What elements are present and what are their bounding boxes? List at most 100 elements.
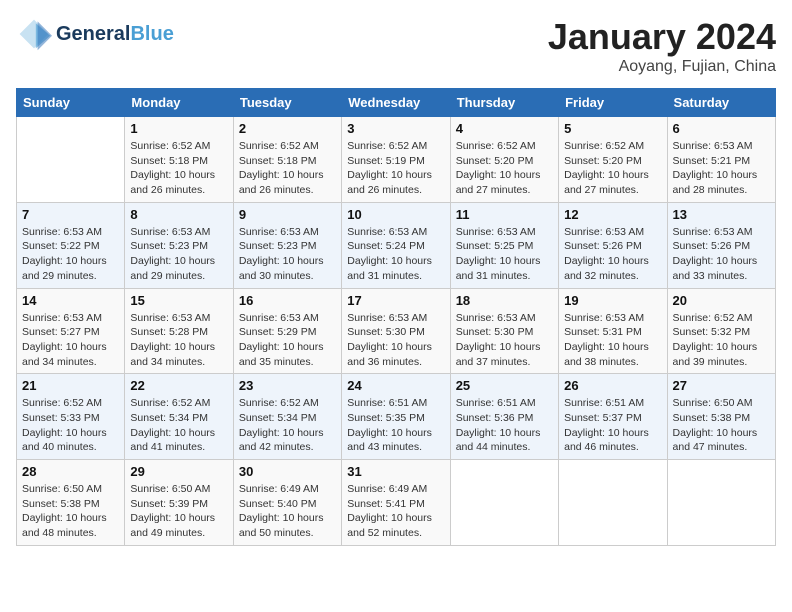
title-block: January 2024 Aoyang, Fujian, China: [548, 16, 776, 76]
calendar-cell: [17, 117, 125, 203]
calendar-cell: [450, 460, 558, 546]
day-number: 9: [239, 207, 336, 222]
day-info: Sunrise: 6:53 AMSunset: 5:28 PMDaylight:…: [130, 311, 227, 370]
calendar-table: SundayMondayTuesdayWednesdayThursdayFrid…: [16, 88, 776, 546]
calendar-cell: 7Sunrise: 6:53 AMSunset: 5:22 PMDaylight…: [17, 202, 125, 288]
day-info: Sunrise: 6:51 AMSunset: 5:36 PMDaylight:…: [456, 396, 553, 455]
calendar-week-row: 7Sunrise: 6:53 AMSunset: 5:22 PMDaylight…: [17, 202, 776, 288]
day-number: 30: [239, 464, 336, 479]
calendar-cell: 16Sunrise: 6:53 AMSunset: 5:29 PMDayligh…: [233, 288, 341, 374]
calendar-cell: 9Sunrise: 6:53 AMSunset: 5:23 PMDaylight…: [233, 202, 341, 288]
logo-general: General: [56, 23, 130, 45]
day-number: 6: [673, 121, 770, 136]
logo-icon: [16, 16, 52, 52]
day-info: Sunrise: 6:53 AMSunset: 5:26 PMDaylight:…: [673, 225, 770, 284]
calendar-cell: 4 Sunrise: 6:52 AMSunset: 5:20 PMDaylight…: [450, 117, 558, 203]
day-info: Sunrise: 6:49 AMSunset: 5:41 PMDaylight:…: [347, 482, 444, 541]
day-number: 11: [456, 207, 553, 222]
day-info: Sunrise: 6:52 AMSunset: 5:18 PMDaylight:…: [130, 139, 227, 198]
day-info: Sunrise: 6:51 AMSunset: 5:37 PMDaylight:…: [564, 396, 661, 455]
calendar-cell: 5 Sunrise: 6:52 AMSunset: 5:20 PMDaylight…: [559, 117, 667, 203]
calendar-cell: 17 Sunrise: 6:53 AMSunset: 5:30 PMDayligh…: [342, 288, 450, 374]
day-info: Sunrise: 6:53 AMSunset: 5:24 PMDaylight:…: [347, 225, 444, 284]
calendar-cell: 25 Sunrise: 6:51 AMSunset: 5:36 PMDayligh…: [450, 374, 558, 460]
calendar-cell: 12 Sunrise: 6:53 AMSunset: 5:26 PMDayligh…: [559, 202, 667, 288]
day-number: 3: [347, 121, 444, 136]
calendar-cell: 29 Sunrise: 6:50 AMSunset: 5:39 PMDayligh…: [125, 460, 233, 546]
day-number: 5: [564, 121, 661, 136]
day-number: 19: [564, 293, 661, 308]
day-number: 17: [347, 293, 444, 308]
calendar-cell: [667, 460, 775, 546]
calendar-cell: 28 Sunrise: 6:50 AMSunset: 5:38 PMDayligh…: [17, 460, 125, 546]
header-sunday: Sunday: [17, 89, 125, 117]
calendar-cell: 21Sunrise: 6:52 AMSunset: 5:33 PMDayligh…: [17, 374, 125, 460]
header-friday: Friday: [559, 89, 667, 117]
calendar-header-row: SundayMondayTuesdayWednesdayThursdayFrid…: [17, 89, 776, 117]
day-info: Sunrise: 6:50 AMSunset: 5:39 PMDaylight:…: [130, 482, 227, 541]
day-info: Sunrise: 6:52 AMSunset: 5:20 PMDaylight:…: [564, 139, 661, 198]
calendar-cell: 2Sunrise: 6:52 AMSunset: 5:18 PMDaylight…: [233, 117, 341, 203]
day-info: Sunrise: 6:53 AMSunset: 5:30 PMDaylight:…: [456, 311, 553, 370]
day-number: 1: [130, 121, 227, 136]
day-info: Sunrise: 6:52 AMSunset: 5:19 PMDaylight:…: [347, 139, 444, 198]
day-info: Sunrise: 6:49 AMSunset: 5:40 PMDaylight:…: [239, 482, 336, 541]
day-number: 13: [673, 207, 770, 222]
day-info: Sunrise: 6:52 AMSunset: 5:20 PMDaylight:…: [456, 139, 553, 198]
calendar-cell: 20 Sunrise: 6:52 AMSunset: 5:32 PMDayligh…: [667, 288, 775, 374]
day-number: 26: [564, 378, 661, 393]
day-number: 20: [673, 293, 770, 308]
header-tuesday: Tuesday: [233, 89, 341, 117]
calendar-cell: 13 Sunrise: 6:53 AMSunset: 5:26 PMDayligh…: [667, 202, 775, 288]
day-info: Sunrise: 6:50 AMSunset: 5:38 PMDaylight:…: [22, 482, 119, 541]
day-number: 15: [130, 293, 227, 308]
calendar-cell: 22 Sunrise: 6:52 AMSunset: 5:34 PMDayligh…: [125, 374, 233, 460]
calendar-cell: 19Sunrise: 6:53 AMSunset: 5:31 PMDayligh…: [559, 288, 667, 374]
calendar-cell: 27 Sunrise: 6:50 AMSunset: 5:38 PMDayligh…: [667, 374, 775, 460]
calendar-week-row: 21Sunrise: 6:52 AMSunset: 5:33 PMDayligh…: [17, 374, 776, 460]
day-info: Sunrise: 6:53 AMSunset: 5:27 PMDaylight:…: [22, 311, 119, 370]
location: Aoyang, Fujian, China: [548, 58, 776, 76]
day-info: Sunrise: 6:53 AMSunset: 5:22 PMDaylight:…: [22, 225, 119, 284]
day-number: 4: [456, 121, 553, 136]
day-info: Sunrise: 6:53 AMSunset: 5:26 PMDaylight:…: [564, 225, 661, 284]
calendar-cell: 3 Sunrise: 6:52 AMSunset: 5:19 PMDaylight…: [342, 117, 450, 203]
day-number: 29: [130, 464, 227, 479]
day-info: Sunrise: 6:53 AMSunset: 5:21 PMDaylight:…: [673, 139, 770, 198]
day-info: Sunrise: 6:50 AMSunset: 5:38 PMDaylight:…: [673, 396, 770, 455]
calendar-cell: 11Sunrise: 6:53 AMSunset: 5:25 PMDayligh…: [450, 202, 558, 288]
day-number: 12: [564, 207, 661, 222]
header-wednesday: Wednesday: [342, 89, 450, 117]
day-info: Sunrise: 6:53 AMSunset: 5:23 PMDaylight:…: [130, 225, 227, 284]
calendar-cell: 15 Sunrise: 6:53 AMSunset: 5:28 PMDayligh…: [125, 288, 233, 374]
day-number: 25: [456, 378, 553, 393]
calendar-cell: 1 Sunrise: 6:52 AMSunset: 5:18 PMDaylight…: [125, 117, 233, 203]
day-info: Sunrise: 6:51 AMSunset: 5:35 PMDaylight:…: [347, 396, 444, 455]
page-header: GeneralBlue January 2024 Aoyang, Fujian,…: [16, 16, 776, 76]
header-thursday: Thursday: [450, 89, 558, 117]
day-number: 22: [130, 378, 227, 393]
day-info: Sunrise: 6:53 AMSunset: 5:30 PMDaylight:…: [347, 311, 444, 370]
calendar-cell: 18 Sunrise: 6:53 AMSunset: 5:30 PMDayligh…: [450, 288, 558, 374]
calendar-cell: 30 Sunrise: 6:49 AMSunset: 5:40 PMDayligh…: [233, 460, 341, 546]
header-saturday: Saturday: [667, 89, 775, 117]
day-info: Sunrise: 6:52 AMSunset: 5:32 PMDaylight:…: [673, 311, 770, 370]
day-info: Sunrise: 6:52 AMSunset: 5:34 PMDaylight:…: [239, 396, 336, 455]
day-number: 27: [673, 378, 770, 393]
calendar-cell: 6 Sunrise: 6:53 AMSunset: 5:21 PMDaylight…: [667, 117, 775, 203]
calendar-cell: 31 Sunrise: 6:49 AMSunset: 5:41 PMDayligh…: [342, 460, 450, 546]
day-number: 24: [347, 378, 444, 393]
day-number: 28: [22, 464, 119, 479]
day-number: 10: [347, 207, 444, 222]
day-info: Sunrise: 6:52 AMSunset: 5:18 PMDaylight:…: [239, 139, 336, 198]
calendar-cell: 26 Sunrise: 6:51 AMSunset: 5:37 PMDayligh…: [559, 374, 667, 460]
day-number: 18: [456, 293, 553, 308]
calendar-week-row: 14Sunrise: 6:53 AMSunset: 5:27 PMDayligh…: [17, 288, 776, 374]
day-info: Sunrise: 6:52 AMSunset: 5:33 PMDaylight:…: [22, 396, 119, 455]
day-number: 31: [347, 464, 444, 479]
day-info: Sunrise: 6:52 AMSunset: 5:34 PMDaylight:…: [130, 396, 227, 455]
day-number: 23: [239, 378, 336, 393]
header-monday: Monday: [125, 89, 233, 117]
day-number: 8: [130, 207, 227, 222]
calendar-week-row: 1 Sunrise: 6:52 AMSunset: 5:18 PMDaylight…: [17, 117, 776, 203]
